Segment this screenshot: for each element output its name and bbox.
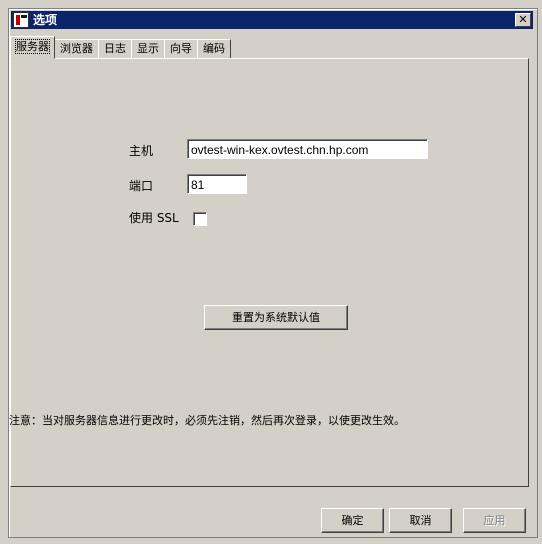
tab-wizard[interactable]: 向导 xyxy=(164,39,198,58)
ssl-checkbox[interactable] xyxy=(193,212,207,226)
tab-browser[interactable]: 浏览器 xyxy=(54,39,99,58)
apply-button[interactable]: 应用 xyxy=(463,508,526,533)
title-bar: 选项 ✕ xyxy=(11,11,533,29)
ssl-label: 使用 SSL xyxy=(129,211,179,225)
tab-strip: 服务器 浏览器 日志 显示 向导 编码 xyxy=(10,36,231,59)
host-input[interactable]: ovtest-win-kex.ovtest.chn.hp.com xyxy=(187,139,428,159)
port-input[interactable]: 81 xyxy=(187,174,247,194)
app-icon xyxy=(13,12,29,28)
tab-server[interactable]: 服务器 xyxy=(10,36,55,59)
tab-log[interactable]: 日志 xyxy=(98,39,132,58)
tab-display[interactable]: 显示 xyxy=(131,39,165,58)
tab-server-label: 服务器 xyxy=(15,39,50,54)
host-label: 主机 xyxy=(129,144,154,158)
tab-encoding[interactable]: 编码 xyxy=(197,39,231,58)
ok-button[interactable]: 确定 xyxy=(321,508,384,533)
reset-defaults-button[interactable]: 重置为系统默认值 xyxy=(204,305,348,330)
close-button[interactable]: ✕ xyxy=(515,13,531,27)
port-label: 端口 xyxy=(129,179,154,193)
window-title: 选项 xyxy=(33,13,58,27)
notice-text: 注意：当对服务器信息进行更改时，必须先注销，然后再次登录，以使更改生效。 xyxy=(9,414,405,427)
cancel-button[interactable]: 取消 xyxy=(389,508,452,533)
